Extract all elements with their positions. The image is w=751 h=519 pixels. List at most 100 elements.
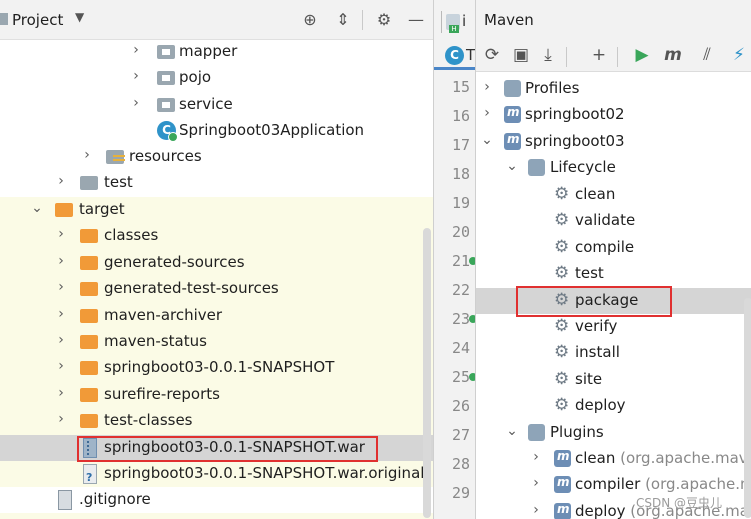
tree-row[interactable]: C Springboot03Application <box>0 118 433 144</box>
gear-icon: ⚙ <box>554 237 570 257</box>
editor-tab-label: T <box>466 46 476 64</box>
skip-tests-icon[interactable]: ⚡ <box>728 45 750 65</box>
tree-item-label: validate <box>575 211 636 229</box>
add-icon[interactable]: + <box>588 45 610 65</box>
tree-row[interactable]: springboot03-0.0.1-SNAPSHOT.war.original <box>0 461 433 487</box>
project-panel: Project ▼ ⊕ ⇕ ⚙ — › mapper › pojo › serv… <box>0 0 433 519</box>
chevron-right-icon[interactable]: › <box>54 306 68 322</box>
resources-folder-icon <box>106 150 125 164</box>
line-number: 15 <box>451 78 470 96</box>
vertical-scrollbar[interactable] <box>423 228 431 518</box>
run-icon[interactable]: ▶ <box>631 45 653 65</box>
chevron-down-icon[interactable]: ⌄ <box>505 423 519 439</box>
chevron-right-icon[interactable]: › <box>54 173 68 189</box>
tree-row[interactable]: ⚙ clean <box>476 182 751 208</box>
tree-row[interactable]: ⚙ compile <box>476 235 751 261</box>
reload-icon[interactable]: ⟳ <box>481 45 503 65</box>
line-number: 29 <box>451 484 470 502</box>
chevron-down-icon[interactable]: ⌄ <box>505 158 519 174</box>
tree-row[interactable]: ⌄ target <box>0 197 433 223</box>
chevron-right-icon[interactable]: › <box>129 68 143 84</box>
gear-icon: ⚙ <box>554 184 570 204</box>
tree-row[interactable]: › Profiles <box>476 76 751 102</box>
tree-item-label: Plugins <box>550 423 604 441</box>
maven-panel-header: Maven <box>476 0 751 40</box>
project-panel-title[interactable]: Project <box>12 11 63 29</box>
execute-goal-icon[interactable]: m <box>662 45 684 65</box>
chevron-right-icon[interactable]: › <box>80 147 94 163</box>
tree-row[interactable]: › generated-sources <box>0 250 433 276</box>
chevron-down-icon[interactable]: ⌄ <box>30 200 44 216</box>
tree-item-label: test-classes <box>104 411 193 429</box>
tree-row[interactable]: › test <box>0 170 433 196</box>
gear-icon: ⚙ <box>554 316 570 336</box>
tree-row[interactable]: ⚙ install <box>476 340 751 366</box>
chevron-right-icon[interactable]: › <box>54 226 68 242</box>
tree-item-label: test <box>104 173 133 191</box>
tree-row[interactable]: › generated-test-sources <box>0 276 433 302</box>
gear-icon[interactable]: ⚙ <box>374 10 394 29</box>
tree-row[interactable]: › test-classes <box>0 408 433 434</box>
chevron-right-icon[interactable]: › <box>480 79 494 95</box>
tree-item-label: install <box>575 343 620 361</box>
chevron-right-icon[interactable]: › <box>529 502 543 518</box>
tree-row[interactable]: ⌄ Plugins <box>476 420 751 446</box>
chevron-right-icon[interactable]: › <box>529 475 543 491</box>
tree-item-label: Lifecycle <box>550 158 616 176</box>
chevron-right-icon[interactable]: › <box>54 279 68 295</box>
tree-item-label: maven-archiver <box>104 306 223 324</box>
tree-item-label: generated-sources <box>104 253 245 271</box>
tree-row[interactable]: ⚙ test <box>476 261 751 287</box>
chevron-right-icon[interactable]: › <box>54 411 68 427</box>
tree-row[interactable]: › classes <box>0 223 433 249</box>
chevron-down-icon[interactable]: ⌄ <box>480 132 494 148</box>
package-folder-icon <box>157 98 175 112</box>
tree-row[interactable]: ⚙ deploy <box>476 393 751 419</box>
tree-row[interactable]: › springboot03-0.0.1-SNAPSHOT <box>0 355 433 381</box>
tree-row[interactable]: ⚙ site <box>476 367 751 393</box>
chevron-right-icon[interactable]: › <box>54 385 68 401</box>
collapse-all-icon[interactable]: ⇕ <box>333 10 353 29</box>
editor-tab-label: i <box>462 12 467 30</box>
maven-plugin-icon <box>554 502 571 519</box>
tree-row[interactable]: › clean (org.apache.maven <box>476 446 751 472</box>
minimize-icon[interactable]: — <box>406 10 426 29</box>
tree-row[interactable]: .gitignore <box>0 487 433 513</box>
chevron-right-icon[interactable]: › <box>129 42 143 58</box>
tree-row[interactable]: › resources <box>0 144 433 170</box>
tree-row[interactable]: › mapper <box>0 39 433 65</box>
locate-icon[interactable]: ⊕ <box>300 10 320 29</box>
folder-icon <box>80 361 98 375</box>
editor-tab-active[interactable]: C T <box>434 44 475 70</box>
chevron-down-icon[interactable]: ▼ <box>75 10 84 24</box>
generate-sources-icon[interactable]: ▣ <box>510 45 532 65</box>
chevron-right-icon[interactable]: › <box>529 449 543 465</box>
tree-row[interactable]: › maven-archiver <box>0 303 433 329</box>
tree-item-label: deploy <box>575 396 626 414</box>
tree-item-label: clean <box>575 185 616 203</box>
editor-tab[interactable]: H i <box>441 11 471 33</box>
vertical-scrollbar[interactable] <box>744 298 751 518</box>
tree-row[interactable]: ⌄ Lifecycle <box>476 155 751 181</box>
tree-row[interactable]: ⚙ verify <box>476 314 751 340</box>
project-folder-icon <box>0 13 8 25</box>
line-number: 23 <box>451 310 470 328</box>
chevron-right-icon[interactable]: › <box>129 95 143 111</box>
tree-row[interactable]: › maven-status <box>0 329 433 355</box>
chevron-right-icon[interactable]: › <box>54 358 68 374</box>
tree-row[interactable]: › surefire-reports <box>0 382 433 408</box>
tree-row[interactable]: ⚙ validate <box>476 208 751 234</box>
watermark: CSDN @豆虫儿 <box>636 496 723 510</box>
download-icon[interactable]: ⤓ <box>537 45 559 65</box>
chevron-right-icon[interactable]: › <box>54 332 68 348</box>
tree-row[interactable]: › service <box>0 92 433 118</box>
chevron-right-icon[interactable]: › <box>54 253 68 269</box>
tree-row[interactable]: ⌄ springboot03 <box>476 129 751 155</box>
toggle-offline-icon[interactable]: ⫽ <box>696 45 718 65</box>
tree-row[interactable]: › springboot02 <box>476 102 751 128</box>
tree-item-label: springboot03-0.0.1-SNAPSHOT <box>104 358 335 376</box>
gear-icon: ⚙ <box>554 263 570 283</box>
chevron-right-icon[interactable]: › <box>480 105 494 121</box>
tree-row[interactable]: › pojo <box>0 65 433 91</box>
tree-item-label: springboot03 <box>525 132 625 150</box>
